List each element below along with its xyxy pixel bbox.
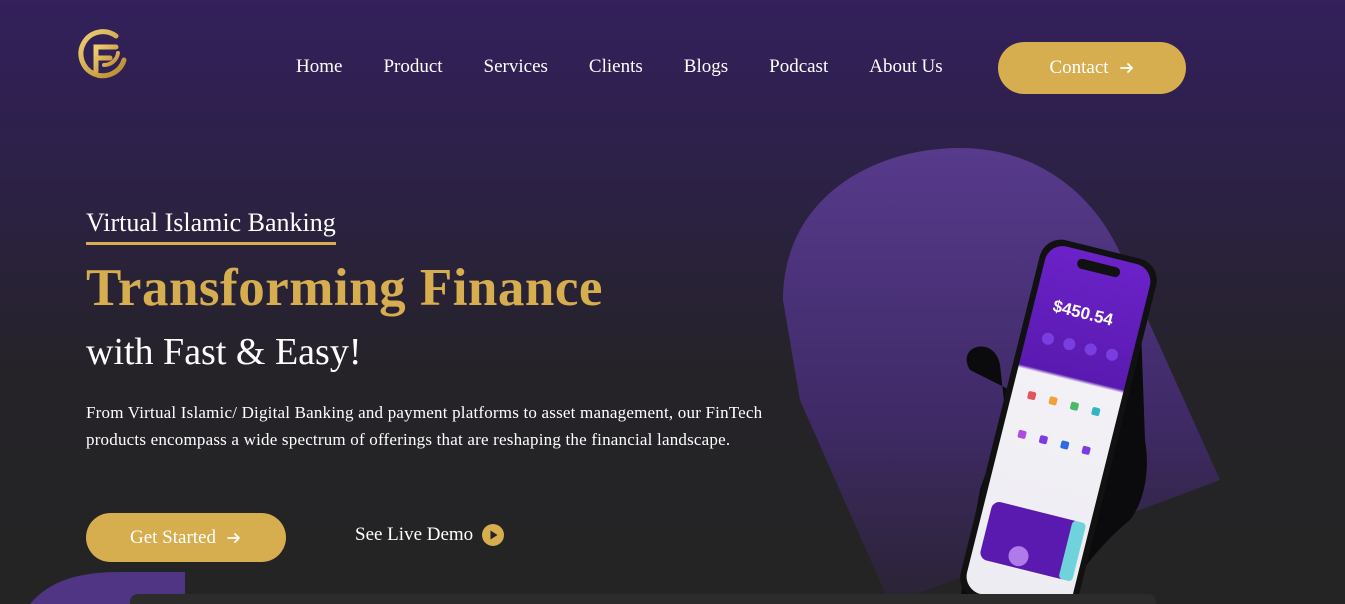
get-started-label: Get Started bbox=[129, 526, 216, 548]
hero-eyebrow: Virtual Islamic Banking bbox=[86, 208, 336, 245]
nav-item-product[interactable]: Product bbox=[383, 56, 442, 78]
nav-item-home[interactable]: Home bbox=[296, 56, 342, 78]
hero-phone-illustration: $450.54 bbox=[783, 148, 1220, 604]
brand-logo[interactable] bbox=[76, 27, 130, 81]
see-live-demo-link[interactable]: See Live Demo bbox=[355, 523, 505, 547]
main-nav: Home Product Services Clients Blogs Podc… bbox=[296, 56, 943, 78]
nav-item-podcast[interactable]: Podcast bbox=[769, 56, 828, 78]
bottom-content-card bbox=[130, 594, 1156, 604]
hero-headline: Transforming Finance bbox=[86, 259, 603, 317]
live-demo-label: See Live Demo bbox=[355, 524, 474, 545]
nav-item-about-us[interactable]: About Us bbox=[869, 56, 942, 78]
gf-monogram-logo-icon bbox=[78, 29, 127, 79]
get-started-button[interactable]: Get Started bbox=[86, 513, 286, 562]
nav-item-clients[interactable]: Clients bbox=[589, 56, 643, 78]
nav-item-blogs[interactable]: Blogs bbox=[684, 56, 728, 78]
arrow-right-icon bbox=[1119, 60, 1135, 76]
contact-button[interactable]: Contact bbox=[998, 42, 1186, 94]
hero-description: From Virtual Islamic/ Digital Banking an… bbox=[86, 403, 763, 449]
play-icon bbox=[481, 523, 505, 547]
contact-button-label: Contact bbox=[1049, 57, 1109, 78]
hero-subheadline: with Fast & Easy! bbox=[86, 331, 362, 373]
arrow-right-icon bbox=[226, 530, 242, 546]
nav-item-services[interactable]: Services bbox=[484, 56, 548, 78]
